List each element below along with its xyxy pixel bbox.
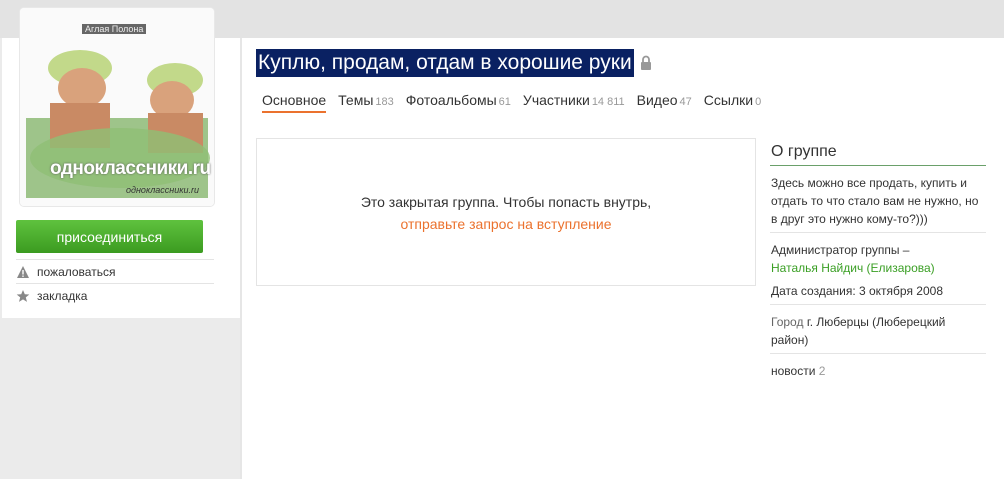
tab-members-count: 14 811 [591, 96, 625, 108]
group-title: Куплю, продам, отдам в хорошие руки [256, 49, 634, 77]
star-icon [16, 289, 30, 302]
join-request-link[interactable]: отправьте запрос на вступление [257, 216, 755, 232]
bookmark-label: закладка [37, 288, 88, 303]
admin-block: Администратор группы – Наталья Найдич (Е… [770, 233, 986, 305]
closed-group-text: Это закрытая группа. Чтобы попасть внутр… [360, 194, 652, 210]
news-link[interactable]: новости 2 [770, 354, 986, 384]
report-link[interactable]: пожаловаться [16, 259, 214, 283]
avatar-watermark: одноклассники.ru [50, 158, 211, 179]
group-description: Здесь можно все продать, купить и отдать… [770, 166, 986, 233]
about-title: О группе [770, 138, 986, 166]
admin-label: Администратор группы – [771, 243, 910, 257]
tab-members[interactable]: Участники 14 811 [523, 92, 625, 113]
group-tabs: Основное Темы 183 Фотоальбомы 61 Участники… [262, 92, 773, 113]
tab-video-count: 47 [679, 96, 692, 108]
created-date: Дата создания: 3 октября 2008 [771, 284, 943, 298]
tab-links[interactable]: Ссылки 0 [704, 92, 761, 113]
tab-topics-count: 183 [375, 96, 394, 108]
group-header: Куплю, продам, отдам в хорошие руки [256, 49, 652, 77]
report-label: пожаловаться [37, 264, 116, 279]
lock-icon [640, 55, 651, 70]
tab-topics[interactable]: Темы 183 [338, 92, 394, 113]
city-label: Город [771, 315, 804, 329]
avatar-watermark-small: одноклассники.ru [126, 185, 199, 195]
tab-main[interactable]: Основное [262, 92, 327, 113]
join-button[interactable]: присоединиться [16, 220, 203, 253]
tab-photo-albums[interactable]: Фотоальбомы 61 [406, 92, 511, 113]
group-avatar[interactable]: Аглая Полона одноклассники.ru одноклассн… [20, 8, 214, 206]
admin-name-link[interactable]: Наталья Найдич (Елизарова) [771, 259, 986, 277]
tab-photo-albums-count: 61 [498, 96, 511, 108]
news-count: 2 [818, 364, 826, 378]
tab-video[interactable]: Видео 47 [637, 92, 692, 113]
tab-links-count: 0 [755, 96, 762, 108]
avatar-caption: Аглая Полона [82, 24, 147, 34]
news-label: новости [771, 364, 816, 378]
about-panel: О группе Здесь можно все продать, купить… [770, 138, 986, 384]
city-block: Город г. Люберцы (Люберецкий район) [770, 305, 986, 354]
closed-group-notice: Это закрытая группа. Чтобы попасть внутр… [256, 138, 756, 286]
bookmark-link[interactable]: закладка [16, 283, 214, 307]
warning-icon [17, 265, 29, 278]
